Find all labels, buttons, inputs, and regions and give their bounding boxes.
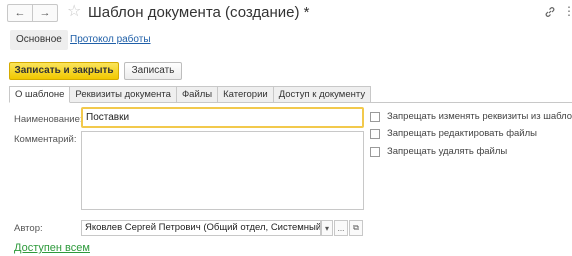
checkbox-forbid-edit-files[interactable]: Запрещать редактировать файлы — [370, 128, 537, 139]
tab-categories[interactable]: Категории — [218, 86, 274, 103]
author-open-button[interactable]: ⧉ — [349, 220, 363, 236]
forward-button[interactable]: → — [32, 5, 57, 21]
author-dropdown-button[interactable]: ▾ — [321, 220, 333, 236]
checkbox-label: Запрещать удалять файлы — [387, 146, 508, 157]
tab-document-attributes[interactable]: Реквизиты документа — [70, 86, 177, 103]
nav-link-protocol[interactable]: Протокол работы — [70, 30, 151, 50]
star-icon[interactable]: ☆ — [67, 3, 81, 21]
name-input[interactable]: Поставки — [81, 107, 364, 128]
checkbox-box[interactable] — [370, 146, 380, 157]
author-label: Автор: — [14, 223, 43, 234]
comment-label: Комментарий: — [14, 134, 77, 145]
access-link[interactable]: Доступен всем — [14, 242, 90, 254]
name-label: Наименование: — [14, 114, 83, 125]
save-button[interactable]: Записать — [124, 62, 182, 80]
author-input[interactable]: Яковлев Сергей Петрович (Общий отдел, Си… — [81, 220, 321, 236]
ellipsis-icon: ... — [337, 223, 345, 233]
more-options-icon[interactable]: ⋮ — [563, 5, 572, 17]
comment-textarea[interactable] — [81, 131, 364, 210]
checkbox-forbid-attributes[interactable]: Запрещать изменять реквизиты из шаблона — [370, 111, 572, 122]
form-tabs: О шаблоне Реквизиты документа Файлы Кате… — [9, 86, 372, 103]
back-button[interactable]: ← — [8, 5, 32, 21]
checkbox-label: Запрещать изменять реквизиты из шаблона — [387, 111, 572, 122]
tab-about-template[interactable]: О шаблоне — [9, 86, 71, 103]
checkbox-label: Запрещать редактировать файлы — [387, 128, 537, 139]
open-icon: ⧉ — [353, 223, 359, 232]
tab-files[interactable]: Файлы — [176, 86, 219, 103]
nav-tab-main[interactable]: Основное — [10, 30, 68, 50]
save-and-close-button[interactable]: Записать и закрыть — [9, 62, 119, 80]
arrow-left-icon: ← — [14, 7, 26, 19]
tab-document-access[interactable]: Доступ к документу — [273, 86, 372, 103]
checkbox-forbid-delete-files[interactable]: Запрещать удалять файлы — [370, 146, 507, 157]
chevron-down-icon: ▾ — [324, 223, 329, 233]
arrow-right-icon: → — [39, 7, 51, 19]
checkbox-box[interactable] — [370, 111, 380, 122]
navigation-buttons: ← → — [7, 4, 58, 22]
author-select-button[interactable]: ... — [334, 220, 348, 236]
checkbox-box[interactable] — [370, 128, 380, 139]
link-icon[interactable] — [544, 6, 556, 18]
page-title: Шаблон документа (создание) * — [88, 4, 310, 21]
